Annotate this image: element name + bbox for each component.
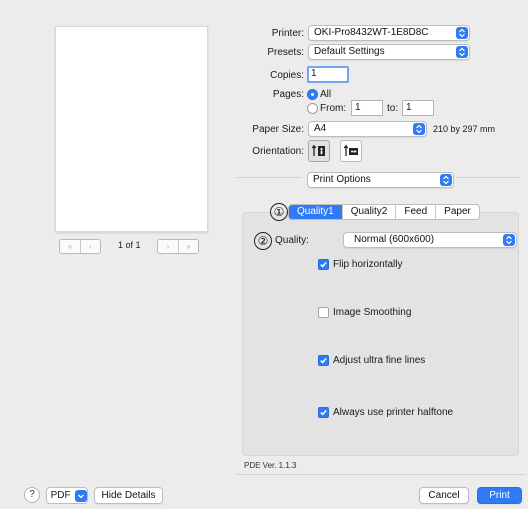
portrait-button[interactable] — [308, 140, 330, 162]
pages-to-field[interactable]: 1 — [402, 100, 434, 116]
next-page-button[interactable]: › — [158, 240, 178, 253]
paper-dimensions: 210 by 297 mm — [433, 124, 496, 134]
copies-label: Copies: — [270, 70, 304, 81]
hide-details-button[interactable]: Hide Details — [94, 487, 163, 504]
flip-horizontally-option[interactable]: Flip horizontally — [318, 259, 402, 270]
annotation-marker-2: ② — [254, 232, 272, 250]
printer-halftone-option[interactable]: Always use printer halftone — [318, 407, 453, 418]
pages-all-radio[interactable] — [307, 89, 318, 100]
presets-select[interactable]: Default Settings — [308, 44, 470, 60]
pages-from-field[interactable]: 1 — [351, 100, 383, 116]
printer-halftone-checkbox[interactable] — [318, 407, 329, 418]
printer-label: Printer: — [271, 28, 304, 39]
preview-nav-forward-group[interactable]: › » — [157, 239, 199, 254]
pdf-label: PDF — [50, 490, 71, 501]
section-value: Print Options — [313, 174, 371, 185]
chevron-updown-icon — [503, 234, 515, 246]
checkmark-icon — [320, 357, 327, 364]
annotation-marker-1: ① — [270, 203, 288, 221]
landscape-button[interactable] — [340, 140, 362, 162]
version-label: PDE Ver. 1.1.3 — [244, 461, 297, 470]
portrait-orientation-icon — [311, 144, 325, 156]
checkmark-icon — [320, 409, 327, 416]
preview-nav-back-group[interactable]: « ‹ — [59, 239, 101, 254]
quality-select[interactable]: Normal (600x600) — [343, 232, 517, 248]
last-page-button[interactable]: » — [178, 240, 198, 253]
help-button[interactable]: ? — [24, 487, 40, 503]
separator-left — [236, 177, 302, 178]
pages-all-label: All — [320, 89, 332, 100]
print-button[interactable]: Print — [477, 487, 522, 504]
adjust-ultra-fine-lines-label: Adjust ultra fine lines — [333, 355, 426, 366]
checkmark-icon — [320, 261, 327, 268]
image-smoothing-option[interactable]: Image Smoothing — [318, 307, 411, 318]
section-select[interactable]: Print Options — [307, 172, 454, 188]
copies-field[interactable]: 1 — [307, 66, 349, 83]
separator-right — [456, 177, 520, 178]
presets-label: Presets: — [267, 47, 304, 58]
chevron-updown-icon — [456, 46, 468, 58]
tab-quality2[interactable]: Quality2 — [341, 205, 396, 219]
quality-label: Quality: — [275, 235, 309, 246]
cancel-button[interactable]: Cancel — [419, 487, 469, 504]
print-options-group — [242, 212, 519, 456]
first-page-button[interactable]: « — [60, 240, 80, 253]
pdf-menu-button[interactable]: PDF — [46, 487, 88, 504]
flip-horizontally-checkbox[interactable] — [318, 259, 329, 270]
orientation-label: Orientation: — [252, 146, 304, 157]
tab-quality1[interactable]: Quality1 — [289, 205, 342, 219]
paper-size-label: Paper Size: — [252, 124, 304, 135]
landscape-orientation-icon — [343, 144, 358, 156]
chevron-updown-icon — [456, 27, 468, 39]
page-preview — [55, 26, 208, 232]
image-smoothing-label: Image Smoothing — [333, 307, 412, 318]
page-count-label: 1 of 1 — [118, 240, 141, 250]
pages-from-label: From: — [320, 103, 347, 114]
pages-range-radio[interactable] — [307, 103, 318, 114]
chevron-down-icon — [75, 489, 87, 502]
flip-horizontally-label: Flip horizontally — [333, 259, 403, 270]
pages-label: Pages: — [272, 89, 304, 100]
previous-page-button[interactable]: ‹ — [80, 240, 100, 253]
printer-halftone-label: Always use printer halftone — [333, 407, 454, 418]
pages-to-label: to: — [387, 103, 399, 114]
adjust-ultra-fine-lines-option[interactable]: Adjust ultra fine lines — [318, 355, 425, 366]
paper-size-select[interactable]: A4 — [308, 121, 427, 137]
printer-value: OKI-Pro8432WT-1E8D8C — [314, 27, 429, 38]
bottom-separator — [236, 474, 526, 475]
image-smoothing-checkbox[interactable] — [318, 307, 329, 318]
paper-size-value: A4 — [314, 123, 327, 134]
chevron-updown-icon — [413, 123, 425, 135]
options-tab-bar: Quality1 Quality2 Feed Paper — [288, 204, 480, 220]
quality-value: Normal (600x600) — [354, 234, 435, 245]
printer-select[interactable]: OKI-Pro8432WT-1E8D8C — [308, 25, 470, 41]
tab-paper[interactable]: Paper — [435, 205, 479, 219]
chevron-updown-icon — [440, 174, 452, 186]
presets-value: Default Settings — [314, 46, 385, 57]
adjust-ultra-fine-lines-checkbox[interactable] — [318, 355, 329, 366]
tab-feed[interactable]: Feed — [395, 205, 435, 219]
